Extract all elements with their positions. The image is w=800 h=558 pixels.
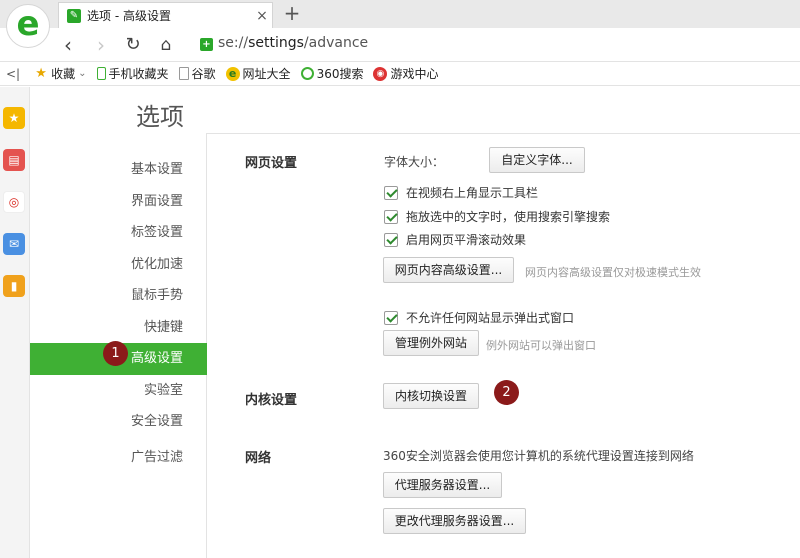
bookmark-favorites[interactable]: ★ 收藏 ⌄: [34, 65, 86, 82]
checkbox-checked[interactable]: [384, 310, 398, 325]
bookmark-hao360[interactable]: e 网址大全: [225, 65, 291, 82]
bookmarks-bar: <| ★ 收藏 ⌄ 手机收藏夹 谷歌 e 网址大全 360搜索 ◉ 游戏中心: [0, 62, 800, 86]
wrench-icon: ✎: [67, 8, 81, 23]
checkbox-label: 启用网页平滑滚动效果: [406, 233, 527, 247]
bookmark-label: 网址大全: [242, 67, 291, 81]
step-marker-1: 1: [103, 341, 128, 366]
navigation-bar: ‹ › ↻ ⌂ + se://settings/advance: [0, 28, 800, 62]
secure-shield-icon: +: [200, 38, 213, 51]
network-description: 360安全浏览器会使用您计算机的系统代理设置连接到网络: [383, 449, 694, 463]
logo-glyph: e: [16, 4, 40, 44]
nav-item-basic[interactable]: 基本设置: [30, 154, 207, 186]
browser-tab[interactable]: ✎ 选项 - 高级设置 ×: [58, 2, 273, 28]
checkbox-checked[interactable]: [384, 209, 398, 224]
address-host: settings: [248, 35, 304, 51]
bookmark-label: 谷歌: [191, 67, 216, 81]
address-scheme: se://: [218, 35, 249, 51]
change-proxy-button[interactable]: 更改代理服务器设置...: [383, 508, 526, 534]
quick-sidebar: ★ ▤ ◎ ✉ ▮: [0, 87, 30, 558]
notes-icon[interactable]: ▤: [3, 149, 25, 171]
bookmark-google[interactable]: 谷歌: [178, 65, 216, 82]
favorites-star-icon[interactable]: ★: [3, 107, 25, 129]
tab-strip: ✎ 选项 - 高级设置 × +: [0, 0, 800, 28]
bookmark-label: 360搜索: [316, 67, 364, 81]
checkbox-checked[interactable]: [384, 185, 398, 200]
bookmark-mobile[interactable]: 手机收藏夹: [96, 65, 169, 82]
nav-item-lab[interactable]: 实验室: [30, 375, 207, 407]
bookmark-label: 游戏中心: [390, 67, 439, 81]
refresh-button[interactable]: ↻: [120, 32, 146, 58]
phone-icon: [96, 67, 106, 80]
nav-item-tabs[interactable]: 标签设置: [30, 217, 207, 249]
nav-item-optimize[interactable]: 优化加速: [30, 249, 207, 281]
web-content-advanced-button[interactable]: 网页内容高级设置...: [383, 257, 514, 283]
step-marker-2: 2: [494, 380, 519, 405]
page-icon: [178, 67, 189, 80]
section-label-network: 网络: [245, 451, 272, 466]
nav-item-security[interactable]: 安全设置: [30, 406, 207, 438]
address-input[interactable]: se://settings/advance: [218, 35, 368, 51]
search360-icon: [300, 67, 314, 80]
tab-close-button[interactable]: ×: [252, 8, 272, 24]
proxy-settings-button[interactable]: 代理服务器设置...: [383, 472, 502, 498]
forward-button[interactable]: ›: [88, 32, 114, 58]
nav-item-adblock[interactable]: 广告过滤: [30, 442, 207, 474]
check-smooth-scroll[interactable]: 启用网页平滑滚动效果: [384, 231, 526, 248]
nav-item-mouse-gestures[interactable]: 鼠标手势: [30, 280, 207, 312]
star-icon: ★: [35, 66, 47, 81]
checkbox-label: 在视频右上角显示工具栏: [406, 186, 539, 200]
font-size-label: 字体大小：: [384, 155, 445, 169]
chevron-down-icon: ⌄: [78, 68, 87, 79]
kernel-switch-button[interactable]: 内核切换设置: [383, 383, 479, 409]
divider: [207, 133, 800, 134]
bookmark-label: 手机收藏夹: [108, 67, 169, 81]
check-video-toolbar[interactable]: 在视频右上角显示工具栏: [384, 184, 538, 201]
notebook-icon[interactable]: ▮: [3, 275, 25, 297]
bookmark-label: 收藏: [51, 67, 76, 81]
sidebar-toggle-button[interactable]: <|: [6, 67, 20, 81]
page-title: 选项: [136, 103, 184, 131]
nav-item-interface[interactable]: 界面设置: [30, 186, 207, 218]
custom-font-button[interactable]: 自定义字体...: [489, 147, 585, 173]
checkbox-label: 不允许任何网站显示弹出式窗口: [406, 311, 575, 325]
browser-logo[interactable]: e: [6, 4, 50, 48]
new-tab-button[interactable]: +: [280, 2, 304, 26]
globe-icon: e: [225, 66, 240, 81]
section-label-kernel: 内核设置: [245, 393, 298, 408]
game-icon: ◉: [373, 66, 388, 81]
exceptions-hint: 例外网站可以弹出窗口: [486, 339, 596, 352]
check-block-popups[interactable]: 不允许任何网站显示弹出式窗口: [384, 309, 574, 326]
advanced-hint: 网页内容高级设置仅对极速模式生效: [525, 266, 701, 279]
home-button[interactable]: ⌂: [153, 32, 179, 58]
checkbox-label: 拖放选中的文字时，使用搜索引擎搜索: [406, 210, 611, 224]
section-label-web: 网页设置: [245, 156, 298, 171]
checkbox-checked[interactable]: [384, 232, 398, 247]
manage-exceptions-button[interactable]: 管理例外网站: [383, 330, 479, 356]
back-button[interactable]: ‹: [55, 32, 81, 58]
address-path: /advance: [303, 35, 369, 51]
bookmark-games[interactable]: ◉ 游戏中心: [373, 65, 438, 82]
mail-icon[interactable]: ✉: [3, 233, 25, 255]
weibo-icon[interactable]: ◎: [3, 191, 25, 213]
bookmark-360search[interactable]: 360搜索: [300, 65, 364, 82]
nav-item-shortcuts[interactable]: 快捷键: [30, 312, 207, 344]
tab-title: 选项 - 高级设置: [87, 9, 171, 23]
check-drag-search[interactable]: 拖放选中的文字时，使用搜索引擎搜索: [384, 208, 610, 225]
